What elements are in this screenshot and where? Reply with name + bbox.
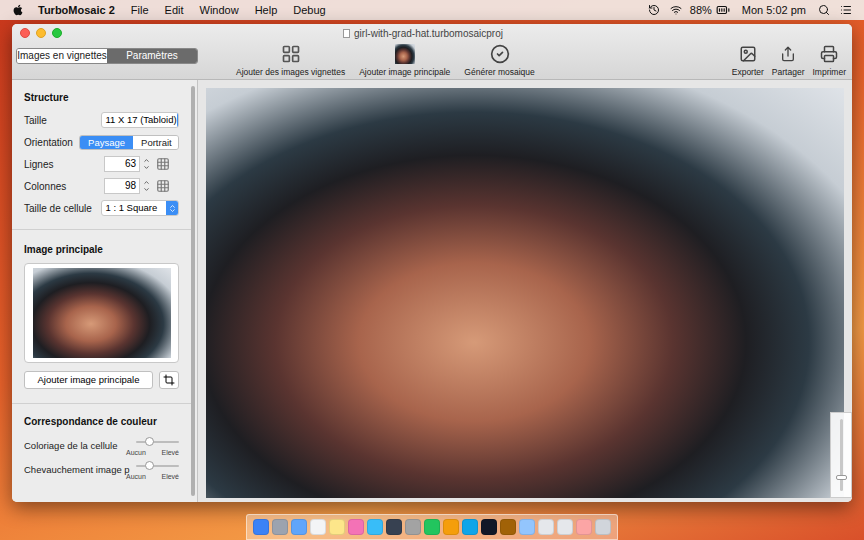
columns-label: Colonnes <box>24 179 104 194</box>
size-select[interactable]: 11 X 17 (Tabloid) <box>101 112 179 128</box>
slider[interactable] <box>136 460 179 472</box>
generate-icon <box>490 44 510 64</box>
dock-app-icon[interactable] <box>500 519 516 535</box>
dock-app-icon[interactable] <box>367 519 383 535</box>
grid-icon[interactable] <box>156 157 170 171</box>
main-image-well[interactable] <box>24 263 179 363</box>
orientation-option[interactable]: Paysage <box>80 136 133 149</box>
slider[interactable] <box>136 436 179 448</box>
menu-item[interactable]: Help <box>255 2 278 19</box>
desktop: TurboMosaic 2 File Edit Window Help Debug 88% M… <box>0 0 864 540</box>
thumbnails-icon <box>281 44 301 64</box>
search-icon[interactable] <box>818 4 830 16</box>
cell-size-select[interactable]: 1 : 1 Square <box>101 200 179 216</box>
apple-icon[interactable] <box>12 4 24 16</box>
wifi-icon[interactable] <box>670 4 682 16</box>
dock-app-icon[interactable] <box>348 519 364 535</box>
toolbar-button[interactable]: Ajouter des images vignettes <box>234 44 347 79</box>
tab[interactable]: Paramètres <box>107 49 197 63</box>
columns-field[interactable]: 98 <box>104 178 140 194</box>
toolbar: girl-with-grad-hat.turbomosaicproj Images… <box>12 24 852 80</box>
mosaic-area <box>198 80 852 502</box>
grid-icon[interactable] <box>156 179 170 193</box>
zoom-button[interactable] <box>52 28 62 38</box>
cell-size-label: Taille de cellule <box>24 203 101 214</box>
dock <box>246 514 618 540</box>
dock-app-icon[interactable] <box>576 519 592 535</box>
dock-app-icon[interactable] <box>481 519 497 535</box>
rows-field[interactable]: 63 <box>104 156 140 172</box>
document-icon <box>343 29 350 38</box>
dock-app-icon[interactable] <box>538 519 554 535</box>
crop-button[interactable] <box>159 371 179 389</box>
dock-app-icon[interactable] <box>424 519 440 535</box>
dock-app-icon[interactable] <box>329 519 345 535</box>
orientation-switcher: PaysagePortrait <box>79 135 179 150</box>
battery-percent: 88% <box>690 2 712 19</box>
add-main-image-button[interactable]: Ajouter image principale <box>24 371 153 389</box>
slider-row: Coloriage de la celluleAucunElevé <box>24 436 179 457</box>
minimize-button[interactable] <box>36 28 46 38</box>
dock-app-icon[interactable] <box>462 519 478 535</box>
dock-app-icon[interactable] <box>272 519 288 535</box>
dock-app-icon[interactable] <box>291 519 307 535</box>
toolbar-button[interactable]: Exporter <box>732 44 764 79</box>
menu-item[interactable]: Debug <box>293 2 325 19</box>
toolbar-button[interactable]: Imprimer <box>812 44 846 79</box>
export-icon <box>739 45 757 63</box>
menu-item[interactable]: Edit <box>165 2 184 19</box>
size-label: Taille <box>24 115 101 126</box>
print-icon <box>820 45 838 63</box>
battery-icon[interactable] <box>716 3 730 17</box>
dock-app-icon[interactable] <box>519 519 535 535</box>
chevron-icon <box>166 201 178 215</box>
dock-app-icon[interactable] <box>405 519 421 535</box>
time-machine-icon[interactable] <box>648 4 660 16</box>
orientation-row: OrientationPaysagePortrait <box>24 131 179 153</box>
sidebar-scrollbar[interactable] <box>191 86 195 496</box>
columns-stepper[interactable] <box>143 179 150 193</box>
dock-app-icon[interactable] <box>557 519 573 535</box>
tab-switcher: Images en vignettesParamètres <box>16 48 198 64</box>
slider-row: Chevauchement image pAucunElevé <box>24 460 179 481</box>
orientation-option[interactable]: Portrait <box>133 136 179 149</box>
menu-bar: TurboMosaic 2 File Edit Window Help Debug 88% M… <box>0 0 864 20</box>
rows-row: Lignes63 <box>24 153 179 175</box>
toolbar-button[interactable]: Ajouter image principale <box>357 44 452 79</box>
close-button[interactable] <box>20 28 30 38</box>
menu-item[interactable]: Window <box>200 2 239 19</box>
toolbar-button[interactable]: Partager <box>772 44 805 79</box>
sidebar: StructureTaille11 X 17 (Tabloid)Orientat… <box>12 80 198 502</box>
dock-app-icon[interactable] <box>443 519 459 535</box>
app-window: girl-with-grad-hat.turbomosaicproj Images… <box>12 24 852 502</box>
crop-icon <box>163 374 175 386</box>
notifications-icon[interactable] <box>840 4 852 16</box>
section-title: Structure <box>24 90 179 105</box>
main-image-icon <box>395 44 415 64</box>
rows-stepper[interactable] <box>143 157 150 171</box>
mosaic-preview <box>206 88 844 498</box>
dock-app-icon[interactable] <box>310 519 326 535</box>
share-icon <box>780 46 796 62</box>
main-image-preview <box>33 268 171 358</box>
zoom-slider[interactable] <box>830 412 852 498</box>
rows-label: Lignes <box>24 157 104 172</box>
dock-app-icon[interactable] <box>253 519 269 535</box>
chevron-icon <box>177 113 179 127</box>
orientation-label: Orientation <box>24 135 79 150</box>
dock-app-icon[interactable] <box>386 519 402 535</box>
window-title: girl-with-grad-hat.turbomosaicproj <box>354 26 503 41</box>
toolbar-button[interactable]: Générer mosaique <box>462 44 536 79</box>
size-row: Taille11 X 17 (Tabloid) <box>24 109 179 131</box>
columns-row: Colonnes98 <box>24 175 179 197</box>
menu-item[interactable]: File <box>131 2 149 19</box>
app-menu[interactable]: TurboMosaic 2 <box>38 2 115 19</box>
section-title: Image principale <box>24 242 179 257</box>
cell-size-row: Taille de cellule1 : 1 Square <box>24 197 179 219</box>
section-title: Correspondance de couleur <box>24 414 179 429</box>
tab[interactable]: Images en vignettes <box>17 49 107 63</box>
clock[interactable]: Mon 5:02 pm <box>742 2 806 19</box>
dock-app-icon[interactable] <box>595 519 611 535</box>
